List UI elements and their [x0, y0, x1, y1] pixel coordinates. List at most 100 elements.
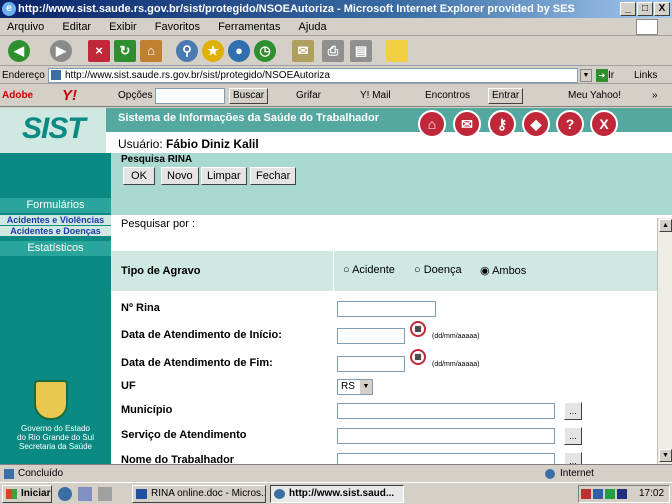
- email-icon[interactable]: ✉: [453, 110, 481, 138]
- sidebar-item-formularios[interactable]: Formulários: [0, 198, 111, 213]
- media-icon[interactable]: ●: [228, 40, 250, 62]
- ie-task-icon: [274, 489, 285, 499]
- yahoo-buscar-button[interactable]: Buscar: [229, 88, 269, 104]
- tray-icon-1[interactable]: [581, 489, 591, 499]
- internet-zone-icon: [545, 469, 555, 479]
- scroll-down-icon[interactable]: ▼: [659, 449, 672, 462]
- menu-exibir[interactable]: Exibir: [109, 21, 137, 33]
- menu-ajuda[interactable]: Ajuda: [298, 21, 326, 33]
- yahoo-entrar[interactable]: Entrar: [488, 88, 524, 104]
- servico-label: Serviço de Atendimento: [121, 429, 247, 441]
- mail-icon[interactable]: ✉: [292, 40, 314, 62]
- exit-icon[interactable]: X: [590, 110, 618, 138]
- trabalhador-input[interactable]: [337, 453, 555, 464]
- yahoo-search-input[interactable]: [155, 88, 225, 104]
- radio-ambos[interactable]: ◉ Ambos: [480, 264, 526, 277]
- windows-logo-icon: [636, 19, 658, 35]
- help-icon[interactable]: ?: [556, 110, 584, 138]
- uf-select[interactable]: RS ▼: [337, 379, 373, 395]
- minimize-button[interactable]: _: [620, 2, 636, 16]
- address-dropdown[interactable]: ▼: [580, 69, 592, 82]
- close-button[interactable]: X: [654, 2, 670, 16]
- home-browser-icon[interactable]: ⌂: [140, 40, 162, 62]
- sidebar-item-estatisticos[interactable]: Estatísticos: [0, 241, 111, 256]
- trabalhador-search-button[interactable]: ...: [564, 452, 582, 464]
- back-icon[interactable]: ◀: [8, 40, 30, 62]
- rs-icon[interactable]: ◆: [522, 110, 550, 138]
- history-icon[interactable]: ◷: [254, 40, 276, 62]
- browser-content: SIST Sistema de Informações da Saúde do …: [0, 108, 672, 464]
- address-input[interactable]: http://www.sist.saude.rs.gov.br/sist/pro…: [48, 68, 578, 83]
- go-label[interactable]: Ir: [608, 67, 614, 84]
- data-inicio-input[interactable]: [337, 328, 405, 344]
- tray-icon-2[interactable]: [593, 489, 603, 499]
- go-icon[interactable]: ➔: [596, 69, 608, 82]
- address-url: http://www.sist.saude.rs.gov.br/sist/pro…: [65, 70, 330, 81]
- tray-icon-4[interactable]: [617, 489, 627, 499]
- adobe-brand[interactable]: Adobe: [2, 85, 33, 107]
- sidebar-item-acidentes-doencas[interactable]: Acidentes e Doenças: [0, 226, 111, 236]
- servico-search-button[interactable]: ...: [564, 427, 582, 445]
- menu-bar: Arquivo Editar Exibir Favoritos Ferramen…: [0, 18, 672, 36]
- servico-input[interactable]: [337, 428, 555, 444]
- stop-icon[interactable]: ×: [88, 40, 110, 62]
- radio-doenca[interactable]: ○ Doença: [414, 264, 462, 276]
- municipio-label: Município: [121, 404, 173, 416]
- forward-icon[interactable]: ▶: [50, 40, 72, 62]
- yahoo-meu-yahoo[interactable]: Meu Yahoo!: [568, 85, 621, 107]
- n-rina-input[interactable]: [337, 301, 436, 317]
- ok-button[interactable]: OK: [123, 167, 155, 185]
- home-icon[interactable]: ⌂: [418, 110, 446, 138]
- yahoo-encontros[interactable]: Encontros: [425, 85, 470, 107]
- quicklaunch-outlook-icon[interactable]: [78, 487, 92, 501]
- search-icon[interactable]: ⚲: [176, 40, 198, 62]
- yahoo-logo-icon[interactable]: Y!: [62, 85, 77, 107]
- calendar-fim-icon[interactable]: ▦: [410, 349, 426, 365]
- date-hint-fim: (dd/mm/aaaaa): [432, 361, 480, 368]
- note-icon[interactable]: [386, 40, 408, 62]
- municipio-search-button[interactable]: ...: [564, 402, 582, 420]
- taskbar: Iniciar RINA online.doc - Micros... http…: [0, 482, 672, 504]
- ie-icon: e: [2, 2, 16, 16]
- chevron-right-icon[interactable]: »: [652, 85, 658, 107]
- fechar-button[interactable]: Fechar: [250, 167, 297, 185]
- limpar-button[interactable]: Limpar: [201, 167, 247, 185]
- yahoo-mail[interactable]: Y! Mail: [360, 85, 391, 107]
- oce-icon[interactable]: ⚷: [488, 110, 516, 138]
- favorites-icon[interactable]: ★: [202, 40, 224, 62]
- task-ie[interactable]: http://www.sist.saud...: [270, 485, 404, 503]
- yahoo-grifar[interactable]: Grifar: [296, 85, 321, 107]
- data-fim-input[interactable]: [337, 356, 405, 372]
- status-text: Concluído: [18, 468, 64, 479]
- system-bar: Sistema de Informações da Saúde do Traba…: [106, 108, 672, 132]
- start-button[interactable]: Iniciar: [2, 485, 52, 503]
- municipio-input[interactable]: [337, 403, 555, 419]
- chevron-down-icon[interactable]: ▼: [360, 380, 372, 394]
- tipo-agravo-label: Tipo de Agravo: [121, 265, 201, 277]
- radio-acidente[interactable]: ○ Acidente: [343, 264, 395, 276]
- home-label: home: [421, 139, 442, 148]
- menu-favoritos[interactable]: Favoritos: [155, 21, 200, 33]
- print-icon[interactable]: ⎙: [322, 40, 344, 62]
- quicklaunch-desktop-icon[interactable]: [98, 487, 112, 501]
- task-word[interactable]: RINA online.doc - Micros...: [132, 485, 266, 503]
- tipo-agravo-row: Tipo de Agravo ○ Acidente ○ Doença ◉ Amb…: [111, 251, 657, 291]
- novo-button[interactable]: Novo: [161, 167, 199, 185]
- calendar-inicio-icon[interactable]: ▦: [410, 321, 426, 337]
- tray-icon-3[interactable]: [605, 489, 615, 499]
- sidebar-item-acidentes-violencias[interactable]: Acidentes e Violências: [0, 215, 111, 225]
- menu-editar[interactable]: Editar: [62, 21, 91, 33]
- scroll-up-icon[interactable]: ▲: [659, 219, 672, 232]
- refresh-icon[interactable]: ↻: [114, 40, 136, 62]
- app-header: SIST Sistema de Informações da Saúde do …: [0, 108, 672, 153]
- menu-arquivo[interactable]: Arquivo: [7, 21, 44, 33]
- quicklaunch-ie-icon[interactable]: [58, 487, 72, 501]
- edit-icon[interactable]: ▤: [350, 40, 372, 62]
- vertical-scrollbar[interactable]: ▲ ▼: [657, 218, 672, 464]
- page-loaded-icon: [4, 469, 14, 479]
- maximize-button[interactable]: □: [637, 2, 653, 16]
- status-bar: Concluído Internet: [0, 464, 672, 482]
- yahoo-opcoes[interactable]: Opções: [118, 85, 152, 107]
- menu-ferramentas[interactable]: Ferramentas: [218, 21, 280, 33]
- links-label[interactable]: Links: [634, 67, 657, 84]
